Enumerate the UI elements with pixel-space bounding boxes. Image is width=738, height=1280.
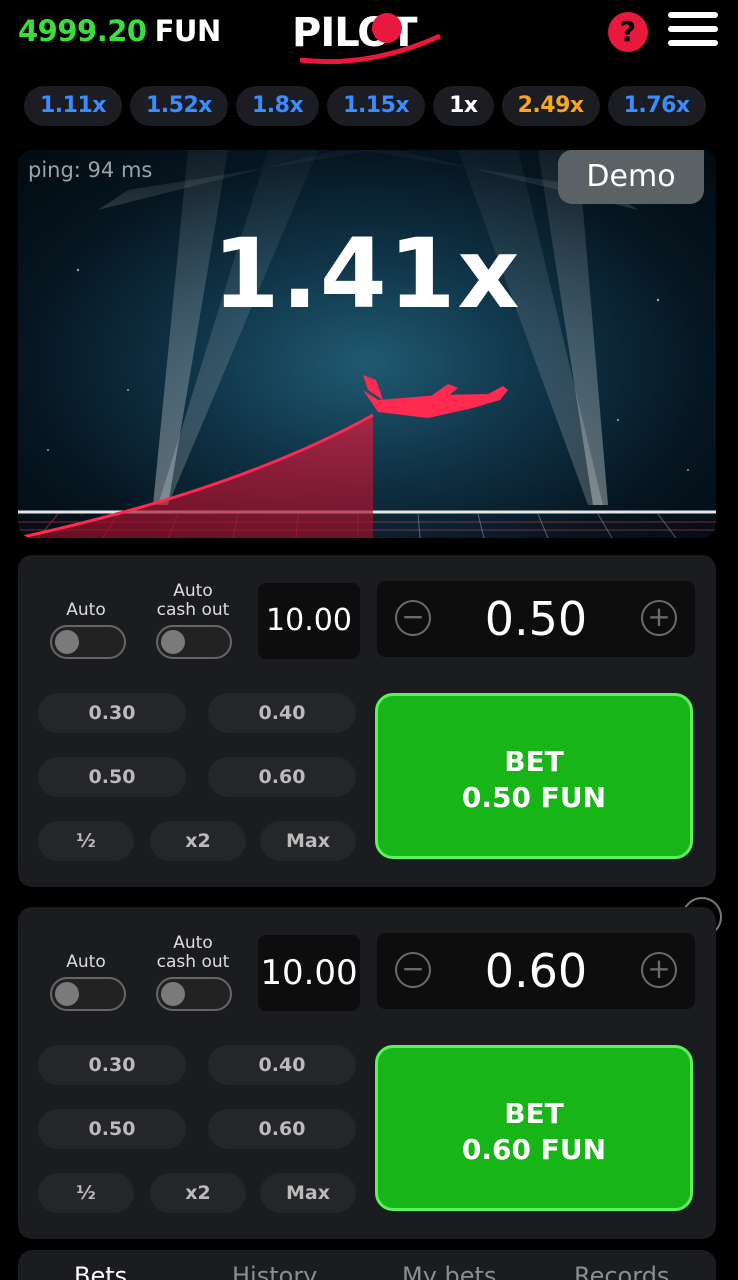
max-stake-button[interactable]: Max	[260, 821, 356, 861]
auto-cashout-label: Auto cash out	[156, 581, 230, 620]
double-stake-button[interactable]: x2	[150, 821, 246, 861]
multiplier-chip: 1x	[433, 86, 494, 126]
auto-bet-toggle[interactable]	[50, 977, 126, 1011]
quick-amount-button[interactable]: 0.60	[208, 757, 356, 797]
game-canvas: ping: 94 ms Demo 1.41x	[18, 150, 716, 538]
bet-button-label: BET	[504, 1097, 564, 1130]
increase-stake-button[interactable]: +	[641, 952, 677, 988]
increase-stake-button[interactable]: +	[641, 600, 677, 636]
tab-records[interactable]: Records	[574, 1262, 669, 1280]
stake-value[interactable]: 0.60	[437, 933, 635, 1009]
half-stake-button[interactable]: ½	[38, 1173, 134, 1213]
bets-tab-bar: Bets History My bets Records	[18, 1250, 716, 1280]
quick-amount-button[interactable]: 0.50	[38, 1109, 186, 1149]
airplane-icon	[363, 375, 508, 418]
bet-button-amount: 0.60 FUN	[461, 1133, 607, 1166]
double-stake-button[interactable]: x2	[150, 1173, 246, 1213]
balance-amount: 4999.20	[18, 14, 147, 48]
bet-button-amount: 0.50 FUN	[461, 781, 607, 814]
auto-cashout-label: Auto cash out	[156, 933, 230, 972]
top-header: 4999.20 FUN PILOT ?	[0, 0, 738, 68]
auto-cashout-input[interactable]: 10.00	[258, 583, 360, 659]
multiplier-chip: 1.11x	[24, 86, 122, 126]
tab-my-bets[interactable]: My bets	[402, 1262, 496, 1280]
auto-cashout-toggle[interactable]	[156, 625, 232, 659]
multiplier-chip: 1.76x	[607, 86, 706, 126]
pilot-logo: PILOT	[290, 6, 450, 66]
tab-bets[interactable]: Bets	[74, 1262, 127, 1280]
hamburger-menu-icon[interactable]	[668, 12, 718, 52]
ping-indicator: ping: 94 ms	[28, 158, 153, 182]
half-stake-button[interactable]: ½	[38, 821, 134, 861]
auto-bet-label: Auto	[66, 952, 106, 972]
current-multiplier: 1.41x	[212, 218, 522, 330]
stake-input-group: − 0.60 +	[377, 933, 695, 1009]
help-icon: ?	[619, 15, 637, 48]
balance-currency: FUN	[154, 14, 222, 48]
decrease-stake-button[interactable]: −	[395, 600, 431, 636]
auto-bet-toggle[interactable]	[50, 625, 126, 659]
auto-bet-label: Auto	[66, 600, 106, 620]
bet-panel-2: Auto Auto cash out 10.00 − 0.60 + 0.30 0…	[18, 907, 716, 1239]
quick-amount-button[interactable]: 0.50	[38, 757, 186, 797]
quick-amount-button[interactable]: 0.40	[208, 693, 356, 733]
multiplier-chip: 1.15x	[327, 86, 426, 126]
balance-display: 4999.20 FUN	[18, 14, 221, 48]
place-bet-button[interactable]: BET 0.50 FUN	[375, 693, 693, 859]
place-bet-button[interactable]: BET 0.60 FUN	[375, 1045, 693, 1211]
decrease-stake-button[interactable]: −	[395, 952, 431, 988]
bet-button-label: BET	[504, 745, 564, 778]
quick-amount-button[interactable]: 0.60	[208, 1109, 356, 1149]
auto-cashout-input[interactable]: 10.00	[258, 935, 360, 1011]
multiplier-chip: 2.49x	[501, 86, 600, 126]
stake-value[interactable]: 0.50	[437, 581, 635, 657]
quick-amount-button[interactable]: 0.40	[208, 1045, 356, 1085]
tab-history[interactable]: History	[232, 1262, 317, 1280]
demo-badge: Demo	[558, 150, 704, 204]
quick-amount-button[interactable]: 0.30	[38, 1045, 186, 1085]
max-stake-button[interactable]: Max	[260, 1173, 356, 1213]
multiplier-chip: 1.8x	[235, 86, 320, 126]
multiplier-history: 1.11x 1.52x 1.8x 1.15x 1x 2.49x 1.76x	[24, 86, 706, 126]
help-button[interactable]: ?	[608, 12, 648, 52]
bet-panel-1: Auto Auto cash out 10.00 − 0.50 + 0.30 0…	[18, 555, 716, 887]
auto-cashout-toggle[interactable]	[156, 977, 232, 1011]
game-scene-graphic	[18, 150, 716, 538]
multiplier-chip: 1.52x	[129, 86, 228, 126]
stake-input-group: − 0.50 +	[377, 581, 695, 657]
quick-amount-button[interactable]: 0.30	[38, 693, 186, 733]
